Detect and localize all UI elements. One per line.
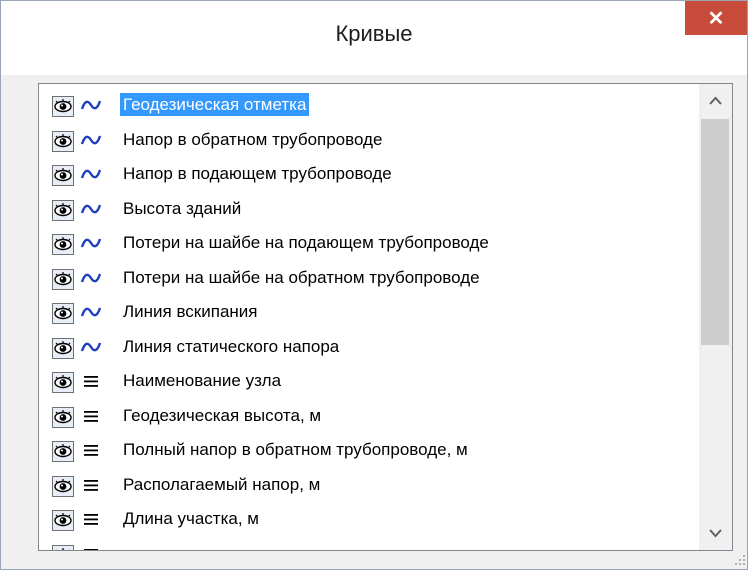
list-item[interactable]: Напор в подающем трубопроводе [39, 157, 699, 191]
list-item-label: Напор в подающем трубопроводе [123, 164, 392, 183]
eye-icon[interactable] [52, 268, 74, 290]
list-item[interactable]: Наименование узла [39, 364, 699, 398]
list-item[interactable]: Полный напор в обратном трубопроводе, м [39, 433, 699, 467]
eye-icon[interactable] [52, 165, 74, 186]
eye-icon[interactable] [52, 475, 74, 497]
eye-icon[interactable] [52, 441, 74, 462]
list-item[interactable] [39, 537, 699, 551]
eye-icon[interactable] [52, 406, 74, 428]
list-item[interactable]: Высота зданий [39, 192, 699, 226]
title-bar[interactable]: Кривые ✕ [1, 1, 747, 75]
curve-icon [80, 94, 102, 116]
list-item[interactable]: Линия статического напора [39, 330, 699, 364]
list-item[interactable]: Геодезическая отметка [39, 88, 699, 122]
list-item-label: Располагаемый напор, м [123, 474, 321, 494]
list-item-label [120, 542, 126, 551]
vertical-scrollbar[interactable] [699, 84, 732, 550]
list-item-label: Длина участка, м [123, 509, 259, 528]
scroll-down-button[interactable] [699, 517, 732, 550]
eye-icon[interactable] [52, 96, 74, 117]
list-item-label: Геодезическая высота, м [123, 405, 322, 425]
resize-grip-icon[interactable] [733, 553, 747, 567]
chevron-down-icon [709, 529, 722, 538]
list-item[interactable]: Геодезическая высота, м [39, 399, 699, 433]
list-item-label: Потери на шайбе на подающем трубопроводе [123, 233, 489, 252]
list-item[interactable]: Располагаемый напор, м [39, 468, 699, 502]
list-item[interactable]: Потери на шайбе на обратном трубопроводе [39, 261, 699, 295]
table-icon [80, 474, 102, 496]
list-item-label: Полный напор в обратном трубопроводе, м [123, 440, 468, 459]
list-item-label: Наименование узла [123, 371, 282, 390]
scroll-up-button[interactable] [699, 84, 732, 117]
window-title: Кривые [335, 21, 413, 46]
eye-icon[interactable] [52, 130, 74, 152]
curves-window: Кривые ✕ Геодезическая отметка Напор в об… [0, 0, 748, 570]
table-icon [80, 405, 102, 427]
eye-icon[interactable] [52, 199, 74, 221]
curve-icon [80, 301, 102, 323]
eye-icon[interactable] [52, 303, 74, 324]
list-item-label: Напор в обратном трубопроводе [123, 129, 383, 149]
eye-icon[interactable] [52, 234, 74, 255]
table-icon [80, 439, 102, 461]
curve-icon [80, 198, 102, 220]
curve-icon [80, 163, 102, 185]
curve-icon [80, 129, 102, 151]
list-item[interactable]: Потери на шайбе на подающем трубопроводе [39, 226, 699, 260]
list-item[interactable]: Длина участка, м [39, 502, 699, 536]
table-icon [80, 508, 102, 530]
eye-icon[interactable] [52, 544, 74, 550]
eye-icon[interactable] [52, 372, 74, 393]
list-item[interactable]: Напор в обратном трубопроводе [39, 123, 699, 157]
list-item-label: Высота зданий [123, 198, 242, 218]
curve-icon [80, 336, 102, 358]
table-icon [80, 370, 102, 392]
eye-icon[interactable] [52, 337, 74, 359]
chevron-up-icon [709, 96, 722, 105]
eye-icon[interactable] [52, 510, 74, 531]
curve-icon [80, 232, 102, 254]
scroll-thumb[interactable] [701, 119, 729, 345]
list-item-label: Линия статического напора [123, 336, 340, 356]
list-item-label: Потери на шайбе на обратном трубопроводе [123, 267, 480, 287]
curve-icon [80, 267, 102, 289]
curves-list[interactable]: Геодезическая отметка Напор в обратном тр… [38, 83, 733, 551]
list-item-label: Линия вскипания [123, 302, 258, 321]
list-item-label: Геодезическая отметка [120, 93, 310, 116]
close-button[interactable]: ✕ [685, 1, 747, 35]
list-item[interactable]: Линия вскипания [39, 295, 699, 329]
table-icon [80, 543, 102, 550]
